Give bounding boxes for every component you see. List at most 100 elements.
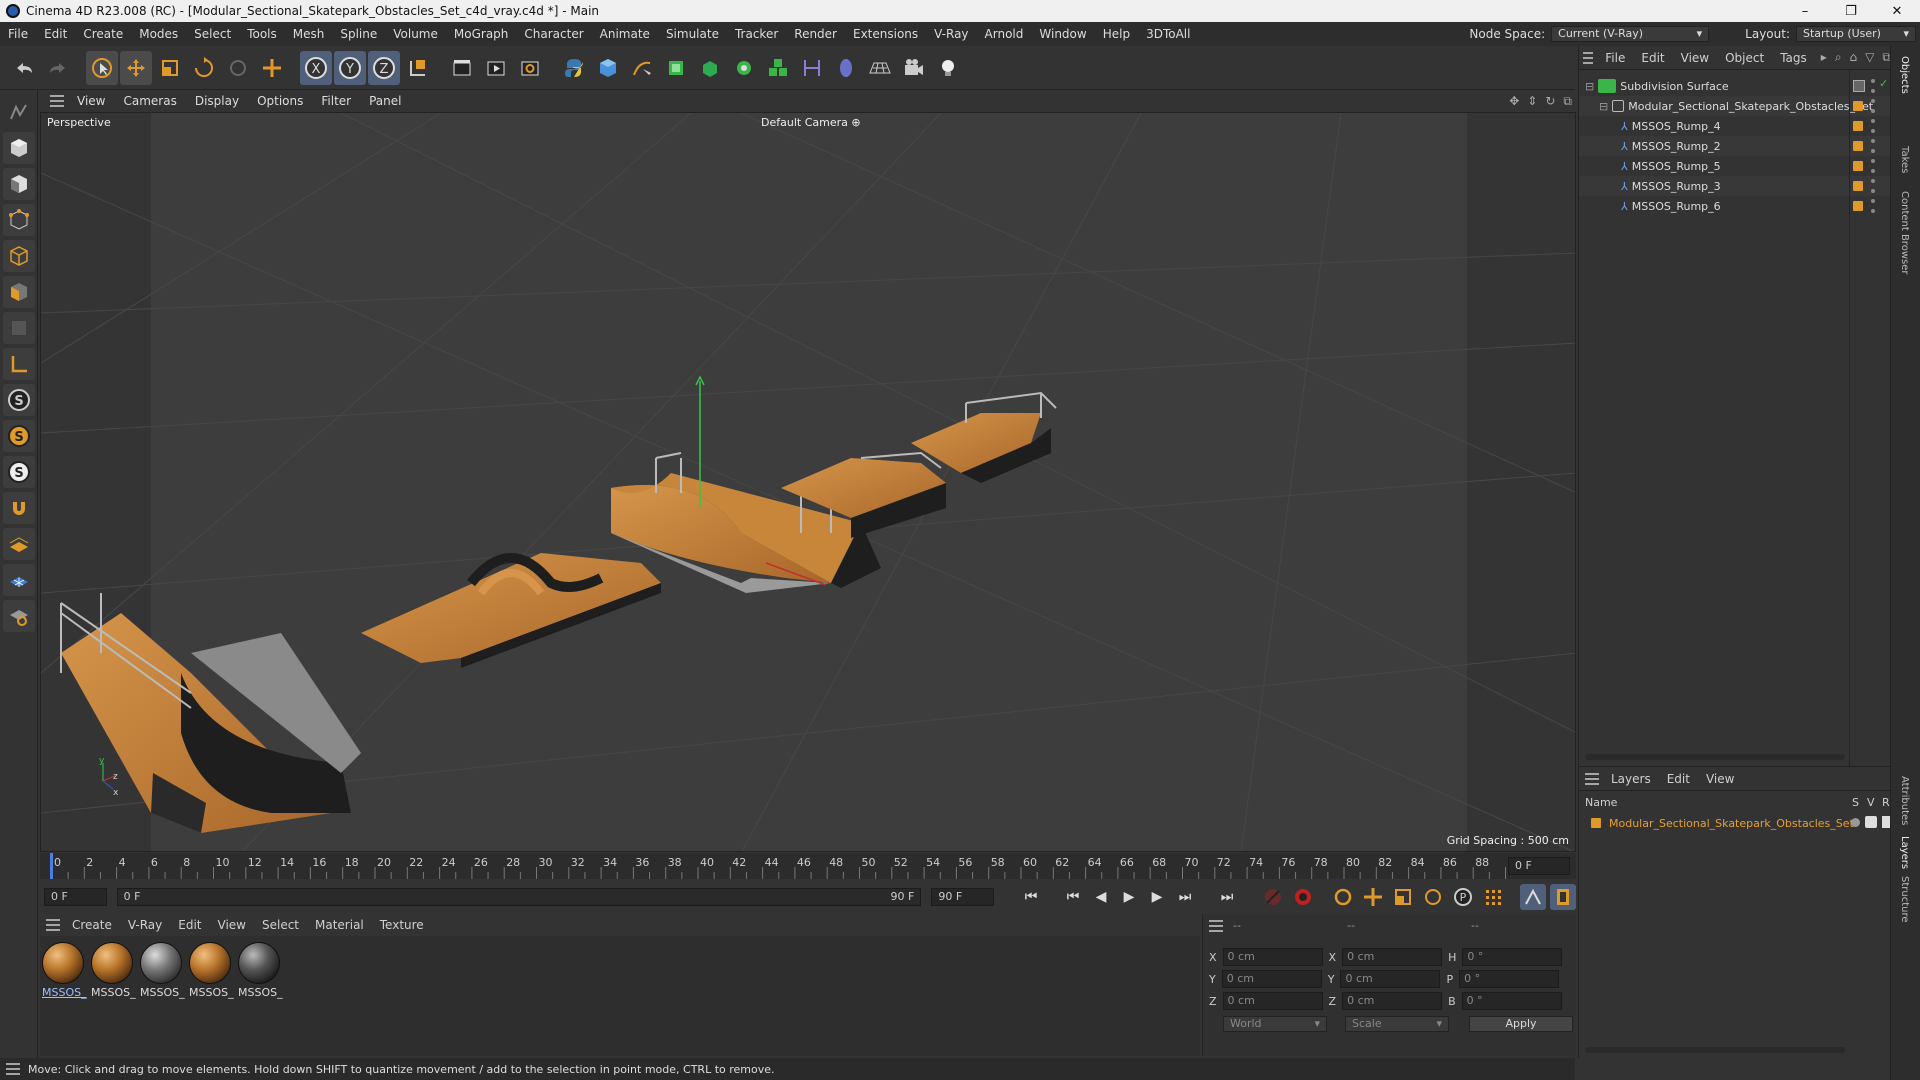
layer-color-tag[interactable]	[1853, 201, 1863, 211]
viewport-menu-cameras[interactable]: Cameras	[114, 94, 185, 108]
menu-help[interactable]: Help	[1095, 27, 1138, 41]
close-button[interactable]: ✕	[1874, 0, 1920, 22]
recent-tool-button[interactable]	[222, 51, 254, 85]
current-frame-field[interactable]: 0 F	[1508, 857, 1570, 875]
coordinate-system-button[interactable]	[402, 51, 434, 85]
scale-key-button[interactable]	[1390, 884, 1416, 910]
visibility-dots[interactable]	[1871, 119, 1875, 133]
rot-p-field[interactable]: 0 °	[1459, 970, 1560, 988]
home-icon[interactable]: ⌂	[1850, 50, 1858, 65]
menu-create[interactable]: Create	[75, 27, 131, 41]
pos-z-field[interactable]: 0 cm	[1222, 992, 1323, 1010]
material-menu-view[interactable]: View	[210, 918, 254, 932]
hamburger-menu-icon[interactable]	[1209, 919, 1223, 932]
timeline-ruler[interactable]: 0 2 4 6 8 10 12 14 16 18 20 22 24 26 28 30 32 34 36 38 40 42 4…	[40, 853, 1576, 879]
object-row-rump-3[interactable]: ⅄ MSSOS_Rump_3	[1579, 176, 1891, 196]
layout-dropdown[interactable]: Startup (User) ▾	[1796, 26, 1916, 42]
menu-arnold[interactable]: Arnold	[977, 27, 1032, 41]
cube-object-button[interactable]	[592, 51, 624, 85]
extrude-button[interactable]	[694, 51, 726, 85]
edges-mode-button[interactable]	[2, 240, 35, 272]
menu-mesh[interactable]: Mesh	[285, 27, 333, 41]
playhead[interactable]	[50, 853, 53, 879]
filter-icon[interactable]: ▽	[1865, 50, 1874, 65]
grid-plane-button[interactable]	[2, 564, 35, 596]
menu-3dtoall[interactable]: 3DToAll	[1138, 27, 1198, 41]
eye-visibility-icon[interactable]	[1865, 816, 1877, 828]
object-menu-edit[interactable]: Edit	[1633, 51, 1672, 65]
pos-x-field[interactable]: 0 cm	[1222, 948, 1323, 966]
frame-range-slider[interactable]: 0 F 90 F	[116, 888, 922, 906]
horizontal-scrollbar[interactable]	[1585, 754, 1845, 760]
rotation-key-button[interactable]	[1420, 884, 1446, 910]
object-row-rump-5[interactable]: ⅄ MSSOS_Rump_5	[1579, 156, 1891, 176]
go-to-end-button[interactable]: ⏭	[1214, 884, 1240, 910]
tab-takes[interactable]: Takes	[1899, 146, 1910, 173]
end-frame-field[interactable]: 90 F	[931, 888, 995, 906]
layer-color-tag[interactable]	[1853, 181, 1863, 191]
menu-select[interactable]: Select	[186, 27, 239, 41]
visibility-dots[interactable]	[1871, 159, 1875, 173]
pan-view-icon[interactable]: ✥	[1509, 94, 1519, 109]
object-row-rump-6[interactable]: ⅄ MSSOS_Rump_6	[1579, 196, 1891, 216]
enabled-checkmark-icon[interactable]: ✓	[1879, 77, 1888, 90]
layer-color-tag[interactable]	[1853, 141, 1863, 151]
next-frame-button[interactable]: ▶	[1144, 884, 1170, 910]
menu-file[interactable]: File	[0, 27, 36, 41]
snap-s-button-1[interactable]: S	[2, 384, 35, 416]
layer-color-tag[interactable]	[1853, 121, 1863, 131]
hamburger-menu-icon[interactable]	[46, 919, 60, 931]
uv-mode-button[interactable]	[2, 312, 35, 344]
size-y-field[interactable]: 0 cm	[1340, 970, 1441, 988]
object-row-subdivision-surface[interactable]: ⊟ Subdivision Surface ✓	[1579, 76, 1891, 96]
visibility-dots[interactable]	[1871, 139, 1875, 153]
tab-structure[interactable]: Structure	[1899, 876, 1910, 923]
deformer-button[interactable]	[796, 51, 828, 85]
render-view-button[interactable]	[446, 51, 478, 85]
layer-menu-layers[interactable]: Layers	[1603, 772, 1659, 786]
material-menu-texture[interactable]: Texture	[372, 918, 432, 932]
menu-edit[interactable]: Edit	[36, 27, 75, 41]
size-z-field[interactable]: 0 cm	[1342, 992, 1443, 1010]
material-menu-edit[interactable]: Edit	[170, 918, 209, 932]
point-level-key-button[interactable]	[1480, 884, 1506, 910]
object-menu-file[interactable]: File	[1597, 51, 1633, 65]
menu-tracker[interactable]: Tracker	[727, 27, 786, 41]
motion-tracker-button[interactable]	[1520, 884, 1547, 910]
material-swatch[interactable]: MSSOS_	[42, 942, 87, 999]
solo-toggle-icon[interactable]	[1851, 818, 1860, 827]
dolly-view-icon[interactable]: ⇕	[1527, 94, 1537, 109]
viewport-menu-display[interactable]: Display	[186, 94, 248, 108]
snap-s-button-2[interactable]: S	[2, 420, 35, 452]
material-swatch[interactable]: MSSOS_	[238, 942, 283, 999]
render-settings-button[interactable]	[514, 51, 546, 85]
material-menu-create[interactable]: Create	[64, 918, 120, 932]
object-row-rump-2[interactable]: ⅄ MSSOS_Rump_2	[1579, 136, 1891, 156]
lock-z-axis-button[interactable]: Z	[368, 50, 400, 85]
menu-window[interactable]: Window	[1031, 27, 1094, 41]
layer-menu-edit[interactable]: Edit	[1659, 772, 1698, 786]
size-mode-dropdown[interactable]: Scale ▾	[1345, 1016, 1449, 1032]
next-key-button[interactable]: ⏭	[1172, 884, 1198, 910]
points-mode-button[interactable]	[2, 204, 35, 236]
hamburger-menu-icon[interactable]	[6, 1063, 20, 1075]
tab-objects[interactable]: Objects	[1899, 56, 1910, 94]
expand-menu-icon[interactable]: ▸	[1821, 50, 1827, 65]
tab-content-browser[interactable]: Content Browser	[1899, 191, 1910, 274]
texture-mode-button[interactable]	[2, 168, 35, 200]
render-toggle-icon[interactable]	[1882, 816, 1890, 828]
apply-button[interactable]: Apply	[1469, 1016, 1573, 1032]
lock-y-axis-button[interactable]: Y	[334, 50, 366, 85]
autokey-button[interactable]	[1290, 884, 1316, 910]
viewport-menu-filter[interactable]: Filter	[312, 94, 360, 108]
node-space-dropdown[interactable]: Current (V-Ray) ▾	[1551, 26, 1710, 42]
keyframe-selection-button[interactable]	[1330, 884, 1356, 910]
menu-tools[interactable]: Tools	[239, 27, 285, 41]
make-editable-button[interactable]	[2, 96, 35, 128]
previous-frame-button[interactable]: ◀	[1088, 884, 1114, 910]
rotate-view-icon[interactable]: ↻	[1545, 94, 1555, 109]
rot-h-field[interactable]: 0 °	[1462, 948, 1563, 966]
spline-pen-button[interactable]	[626, 51, 658, 85]
redo-button[interactable]	[42, 51, 74, 85]
restore-button[interactable]: ❐	[1828, 0, 1874, 22]
